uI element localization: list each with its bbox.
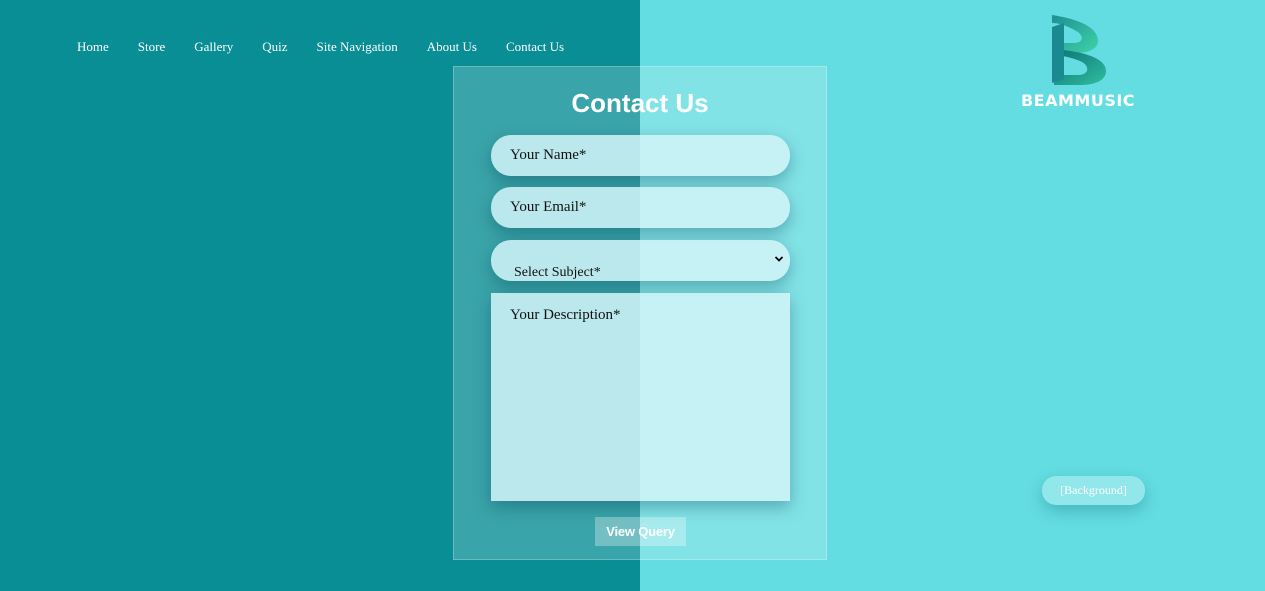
nav-gallery-link[interactable]: Gallery: [194, 39, 233, 55]
nav-site-navigation-link[interactable]: Site Navigation: [317, 39, 398, 55]
nav-contact-us-link[interactable]: Contact Us: [506, 39, 564, 55]
subject-select-value: Select Subject*: [514, 265, 601, 280]
name-input[interactable]: [491, 135, 790, 176]
nav-quiz-link[interactable]: Quiz: [262, 39, 287, 55]
contact-form-card: Contact Us Select Subject* View Query: [453, 66, 827, 560]
chevron-down-icon: [774, 256, 784, 262]
brand-name: BEAMMUSIC: [1020, 91, 1136, 110]
nav-store-link[interactable]: Store: [138, 39, 165, 55]
form-title: Contact Us: [571, 88, 709, 118]
background-toggle-button[interactable]: [Background]: [1042, 476, 1145, 505]
email-input[interactable]: [491, 187, 790, 228]
nav-home-link[interactable]: Home: [77, 39, 109, 55]
beam-logo-icon: [1052, 15, 1106, 85]
brand-logo[interactable]: BEAMMUSIC: [1018, 13, 1138, 113]
main-nav: Home Store Gallery Quiz Site Navigation …: [77, 39, 593, 55]
subject-select[interactable]: Select Subject*: [491, 240, 790, 281]
description-textarea[interactable]: [491, 293, 790, 501]
nav-about-us-link[interactable]: About Us: [427, 39, 477, 55]
view-query-button[interactable]: View Query: [595, 517, 686, 546]
